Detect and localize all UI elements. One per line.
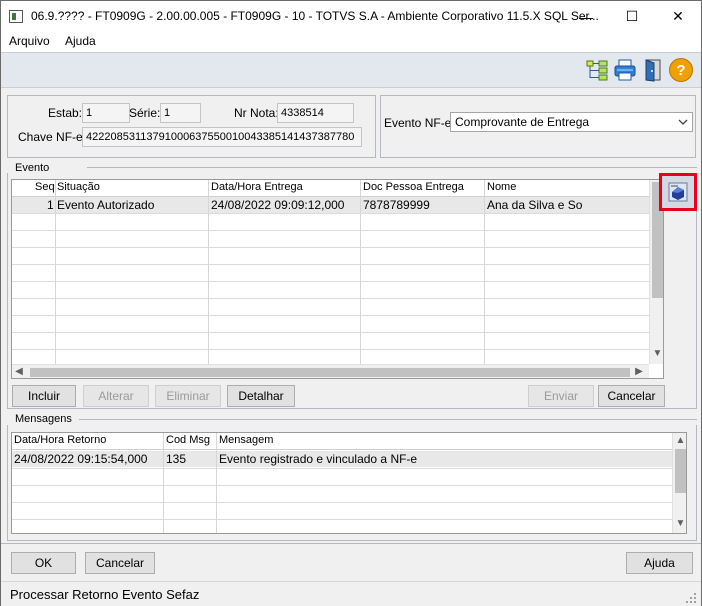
estab-field: 1 bbox=[82, 103, 130, 123]
chevron-down-icon bbox=[678, 119, 688, 125]
app-icon bbox=[9, 10, 23, 23]
evento-nfe-select[interactable]: Comprovante de Entrega bbox=[450, 112, 693, 132]
row-divider bbox=[12, 247, 649, 248]
nr-nota-field: 4338514 bbox=[277, 103, 354, 123]
nota-fiscal-panel: Estab: 1 Série: 1 Nr Nota: 4338514 Chave… bbox=[7, 95, 376, 158]
col-data-hora-retorno[interactable]: Data/Hora Retorno bbox=[12, 434, 162, 450]
row-divider bbox=[12, 298, 649, 299]
row-divider bbox=[12, 281, 649, 282]
column-divider bbox=[216, 433, 217, 533]
enviar-button[interactable]: Enviar bbox=[528, 385, 594, 407]
menu-ajuda[interactable]: Ajuda bbox=[65, 34, 96, 48]
mensagens-grid-header: Data/Hora Retorno Cod Msg Mensagem bbox=[12, 433, 672, 450]
scrollbar-thumb[interactable] bbox=[675, 449, 686, 493]
serie-label: Série: bbox=[129, 106, 161, 120]
scroll-down-arrow-icon[interactable]: ▼ bbox=[650, 348, 663, 359]
nr-nota-label: Nr Nota: bbox=[234, 106, 279, 120]
column-divider bbox=[484, 180, 485, 366]
chave-nfe-label: Chave NF-e: bbox=[18, 130, 87, 144]
close-button[interactable]: ✕ bbox=[655, 1, 701, 32]
mensagens-vertical-scrollbar[interactable]: ▲ ▼ bbox=[672, 433, 686, 533]
col-doc-pessoa-entrega[interactable]: Doc Pessoa Entrega bbox=[361, 181, 483, 197]
eliminar-button[interactable]: Eliminar bbox=[155, 385, 221, 407]
application-window: 06.9.???? - FT0909G - 2.00.00.005 - FT09… bbox=[0, 0, 702, 606]
chave-nfe-field: 4222085311379100063755001004338514143738… bbox=[82, 127, 362, 147]
col-situacao[interactable]: Situação bbox=[55, 181, 205, 197]
evento-nfe-label: Evento NF-e: bbox=[384, 116, 455, 130]
mensagens-group-title: Mensagens bbox=[13, 413, 74, 425]
status-bar: Processar Retorno Evento Sefaz bbox=[1, 581, 701, 606]
cancelar-button[interactable]: Cancelar bbox=[85, 552, 155, 574]
row-divider bbox=[12, 519, 672, 520]
mensagens-grid[interactable]: Data/Hora Retorno Cod Msg Mensagem 24/08… bbox=[11, 432, 687, 534]
row-divider bbox=[12, 468, 672, 469]
column-divider bbox=[360, 180, 361, 366]
tree-structure-icon[interactable] bbox=[585, 58, 609, 82]
column-divider bbox=[163, 433, 164, 533]
resize-grip-icon[interactable] bbox=[685, 592, 697, 604]
evento-cell-situacao: Evento Autorizado bbox=[57, 198, 155, 212]
ajuda-button[interactable]: Ajuda bbox=[626, 552, 693, 574]
evento-cell-nome: Ana da Silva e So bbox=[487, 198, 583, 212]
document-cube-icon bbox=[668, 182, 688, 202]
mensagens-cell-cod: 135 bbox=[166, 452, 187, 466]
footer-separator bbox=[1, 543, 701, 544]
col-seq[interactable]: Seq bbox=[33, 181, 57, 197]
row-divider bbox=[12, 264, 649, 265]
row-divider bbox=[12, 502, 672, 503]
toolbar: ? bbox=[1, 52, 701, 88]
maximize-button[interactable]: ☐ bbox=[609, 1, 655, 32]
incluir-button[interactable]: Incluir bbox=[12, 385, 76, 407]
row-divider bbox=[12, 230, 649, 231]
col-nome[interactable]: Nome bbox=[485, 181, 645, 197]
detalhar-button[interactable]: Detalhar bbox=[227, 385, 295, 407]
evento-nfe-panel: Evento NF-e: Comprovante de Entrega bbox=[380, 95, 696, 158]
exit-door-icon[interactable] bbox=[641, 58, 665, 82]
scroll-up-arrow-icon[interactable]: ▲ bbox=[673, 435, 686, 446]
scroll-down-arrow-icon[interactable]: ▼ bbox=[673, 518, 686, 529]
minimize-button[interactable]: — bbox=[563, 1, 609, 32]
evento-grid-header: Seq Situação Data/Hora Entrega Doc Pesso… bbox=[12, 180, 649, 197]
alterar-button[interactable]: Alterar bbox=[83, 385, 149, 407]
menu-arquivo[interactable]: Arquivo bbox=[9, 34, 50, 48]
status-text: Processar Retorno Evento Sefaz bbox=[10, 587, 200, 602]
evento-group-line bbox=[87, 167, 697, 168]
help-icon[interactable]: ? bbox=[669, 58, 693, 82]
column-divider bbox=[208, 180, 209, 366]
highlighted-action-button[interactable] bbox=[659, 173, 697, 211]
col-data-hora-entrega[interactable]: Data/Hora Entrega bbox=[209, 181, 359, 197]
printer-icon[interactable] bbox=[613, 58, 637, 82]
scroll-left-arrow-icon[interactable]: ◀ bbox=[14, 366, 24, 377]
serie-field: 1 bbox=[160, 103, 201, 123]
row-divider bbox=[12, 332, 649, 333]
col-cod-msg[interactable]: Cod Msg bbox=[164, 434, 216, 450]
row-divider bbox=[12, 485, 672, 486]
row-divider bbox=[12, 213, 649, 214]
evento-cell-data-hora: 24/08/2022 09:09:12,000 bbox=[211, 198, 345, 212]
cancelar-evento-button[interactable]: Cancelar bbox=[598, 385, 665, 407]
mensagens-group-line bbox=[79, 419, 697, 420]
evento-grid[interactable]: Seq Situação Data/Hora Entrega Doc Pesso… bbox=[11, 179, 664, 379]
scroll-right-arrow-icon[interactable]: ▶ bbox=[634, 366, 644, 377]
mensagens-cell-data-hora: 24/08/2022 09:15:54,000 bbox=[14, 452, 148, 466]
column-divider bbox=[55, 180, 56, 366]
estab-label: Estab: bbox=[48, 106, 83, 120]
col-mensagem[interactable]: Mensagem bbox=[217, 434, 517, 450]
window-title: 06.9.???? - FT0909G - 2.00.00.005 - FT09… bbox=[31, 9, 599, 23]
evento-horizontal-scrollbar[interactable]: ◀ ▶ bbox=[12, 364, 649, 378]
row-divider bbox=[12, 315, 649, 316]
menu-bar: Arquivo Ajuda bbox=[1, 32, 701, 52]
scrollbar-thumb[interactable] bbox=[30, 368, 630, 377]
ok-button[interactable]: OK bbox=[11, 552, 76, 574]
evento-cell-doc: 7878789999 bbox=[363, 198, 430, 212]
row-divider bbox=[12, 349, 649, 350]
evento-nfe-value: Comprovante de Entrega bbox=[455, 115, 590, 129]
title-bar: 06.9.???? - FT0909G - 2.00.00.005 - FT09… bbox=[1, 1, 701, 32]
mensagens-cell-mensagem: Evento registrado e vinculado a NF-e bbox=[219, 452, 418, 466]
